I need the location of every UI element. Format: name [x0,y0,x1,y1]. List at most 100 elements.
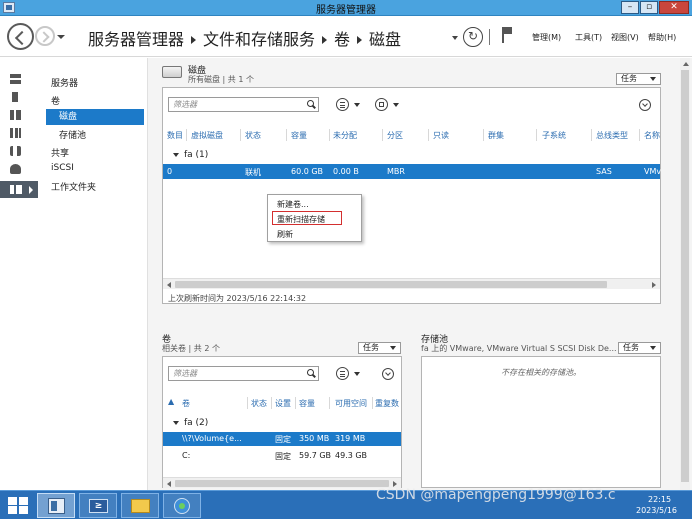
scrollbar-thumb[interactable] [175,281,607,288]
menu-view[interactable]: 视图(V) [611,32,639,43]
scroll-left-icon[interactable] [167,282,171,288]
disks-panel: 筛选器 数目 虚拟磁盘 状态 容量 未分配 分区 只读 群集 子系统 总线类型 … [162,87,661,304]
taskbar-powershell[interactable]: ≥ [79,493,117,518]
scrollbar-thumb[interactable] [175,480,389,487]
dns-icon[interactable] [10,146,21,156]
sidebar-item-shares[interactable]: 共享 [51,146,69,159]
column-header-read-only[interactable]: 只读 [433,130,449,141]
disks-horizontal-scrollbar[interactable] [163,278,660,289]
volumes-group-header[interactable]: fa (2) [173,418,208,428]
column-header-capacity[interactable]: 容量 [291,130,307,141]
column-header-dedup[interactable]: 重复数 [375,398,399,409]
list-options-icon[interactable] [336,98,349,111]
sidebar-item-servers[interactable]: 服务器 [51,76,78,89]
disks-tasks-button[interactable]: 任务 [616,73,661,85]
scroll-up-icon[interactable] [683,62,689,66]
column-header-partition[interactable]: 分区 [387,130,403,141]
window-title: 服务器管理器 [316,5,376,16]
table-row[interactable]: C: 固定 59.7 GB 49.3 GB [163,449,401,463]
taskbar-network[interactable] [163,493,201,518]
volumes-filter-input[interactable]: 筛选器 [168,366,319,381]
disk-bus-type-cell: SAS [596,167,612,176]
volumes-tasks-button[interactable]: 任务 [358,342,401,354]
storage-pool-tasks-button[interactable]: 任务 [618,342,661,354]
menu-manage[interactable]: 管理(M) [532,32,561,43]
context-menu-refresh[interactable]: 刷新 [277,229,293,240]
volume-name-cell: C: [182,451,191,460]
list-options-icon[interactable] [336,367,349,380]
volume-setting-cell: 固定 [275,435,291,444]
column-header-status[interactable]: 状态 [251,398,267,409]
sidebar-item-volumes[interactable]: 卷 [51,94,60,107]
column-header-setting[interactable]: 设置 [275,398,291,409]
notification-flag-icon[interactable] [502,27,512,43]
scrollbar-thumb[interactable] [681,70,689,482]
forward-arrow-icon[interactable] [35,26,55,46]
scroll-left-icon[interactable] [167,481,171,487]
dashboard-icon[interactable] [10,74,21,84]
search-icon[interactable] [307,369,314,376]
storage-pool-subtitle: fa 上的 VMware, VMware Virtual S SCSI Disk… [421,344,617,353]
taskbar-file-explorer[interactable] [121,493,159,518]
disk-name-cell: VMv [644,167,662,176]
search-icon[interactable] [307,100,314,107]
taskbar-server-manager[interactable] [37,493,75,518]
breadcrumb-file-storage-services[interactable]: 文件和存储服务 [203,30,315,49]
menu-help[interactable]: 帮助(H) [648,32,676,43]
main-vertical-scrollbar[interactable] [680,58,690,490]
list-options-dropdown-icon[interactable] [354,372,360,376]
expand-collapse-icon[interactable] [639,99,651,111]
column-header-virtual-disk[interactable]: 虚拟磁盘 [191,130,223,141]
scroll-right-icon[interactable] [652,282,656,288]
sidebar-item-disks[interactable]: 磁盘 [46,109,144,125]
expand-collapse-icon[interactable] [382,368,394,380]
breadcrumb-disks: 磁盘 [369,30,402,49]
save-query-icon[interactable] [375,98,388,111]
list-options-dropdown-icon[interactable] [354,103,360,107]
tray-clock-date[interactable]: 2023/5/16 [636,506,677,515]
column-header-subsystem[interactable]: 子系统 [542,130,566,141]
back-arrow-icon[interactable] [7,23,34,50]
local-server-icon[interactable] [12,92,18,102]
sidebar-item-work-folders[interactable]: 工作文件夹 [51,180,96,193]
disks-group-header[interactable]: fa (1) [173,150,208,160]
close-button[interactable]: ✕ [659,1,689,14]
refresh-dropdown-icon[interactable] [452,36,458,40]
iis-icon[interactable] [10,164,21,174]
breadcrumb: 服务器管理器 文件和存储服务卷磁盘 [88,26,401,50]
volume-capacity-cell: 59.7 GB [299,451,332,460]
volumes-horizontal-scrollbar[interactable] [163,477,401,488]
minimize-button[interactable]: – [621,1,639,14]
main-content: 磁盘 所有磁盘 | 共 1 个 任务 筛选器 数目 虚拟磁盘 状态 容量 未分配… [148,58,692,490]
refresh-icon[interactable]: ↻ [463,27,483,47]
column-header-free-space[interactable]: 可用空间 [335,398,367,409]
file-storage-icon[interactable] [0,181,38,198]
breadcrumb-server-manager[interactable]: 服务器管理器 [88,30,184,49]
all-servers-icon[interactable] [10,110,21,120]
column-header-unallocated[interactable]: 未分配 [333,130,357,141]
column-header-clustered[interactable]: 群集 [488,130,504,141]
sort-ascending-icon[interactable]: ▲ [168,397,174,406]
volume-name-cell: \\?\Volume{e... [182,434,242,443]
column-header-status[interactable]: 状态 [245,130,261,141]
column-header-bus-type[interactable]: 总线类型 [596,130,628,141]
context-menu-rescan-storage[interactable]: 重新扫描存储 [277,214,325,225]
history-dropdown-icon[interactable] [57,35,65,39]
column-header-name[interactable]: 名称 [644,130,660,141]
disks-filter-input[interactable]: 筛选器 [168,97,319,112]
tray-clock-time[interactable]: 22:15 [648,495,671,504]
maximize-button[interactable]: ▫ [640,1,658,14]
table-row[interactable]: 0 联机 60.0 GB 0.00 B MBR SAS VMv [163,164,662,179]
save-query-dropdown-icon[interactable] [393,103,399,107]
context-menu-new-volume[interactable]: 新建卷... [277,199,309,210]
column-header-volume[interactable]: 卷 [182,398,190,409]
breadcrumb-volumes[interactable]: 卷 [334,30,350,49]
table-row[interactable]: \\?\Volume{e... 固定 350 MB 319 MB [163,432,401,446]
windows-start-icon[interactable] [8,497,28,514]
sidebar-item-iscsi[interactable]: iSCSI [51,163,74,173]
menu-tools[interactable]: 工具(T) [575,32,602,43]
column-header-capacity[interactable]: 容量 [299,398,315,409]
column-header-number[interactable]: 数目 [167,130,183,141]
ad-ds-icon[interactable] [10,128,21,138]
sidebar-item-storage-pools[interactable]: 存储池 [59,128,86,141]
